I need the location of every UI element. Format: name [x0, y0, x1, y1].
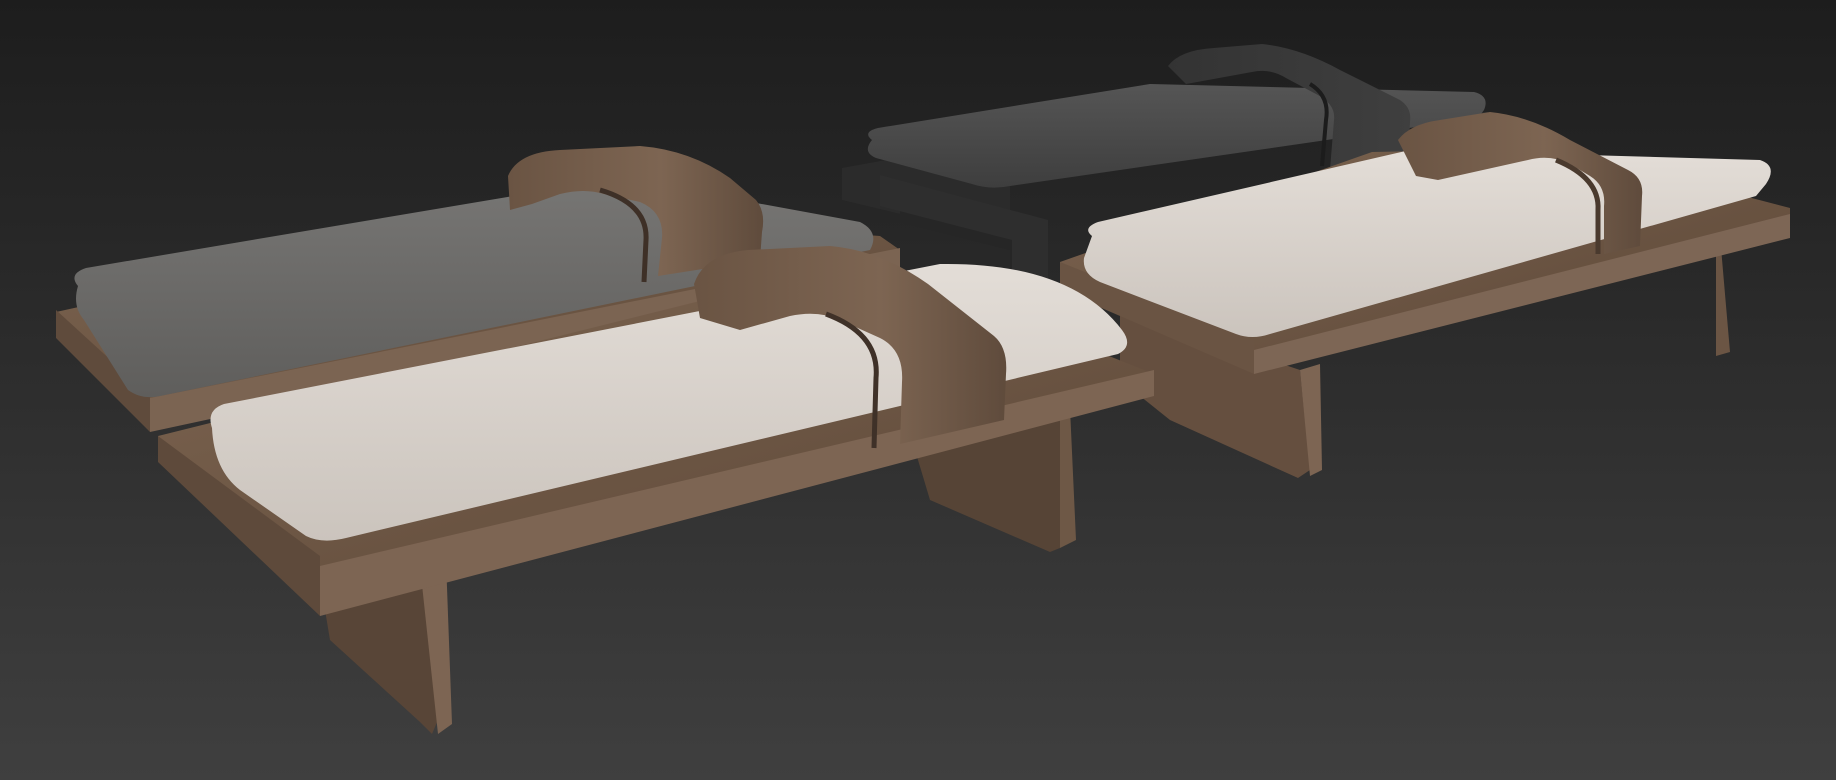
light-cushion-bench-right: [1060, 112, 1790, 478]
render-viewport: [0, 0, 1836, 780]
bench-render-scene: [56, 44, 1790, 734]
